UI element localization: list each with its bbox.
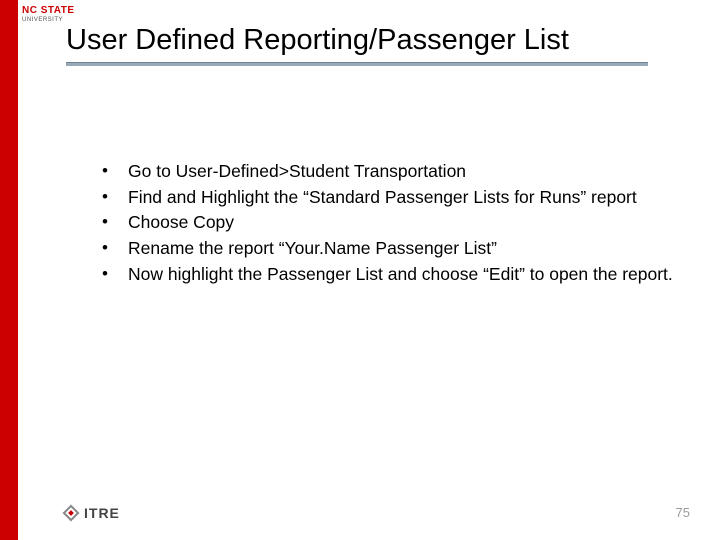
bullet-list: Go to User-Defined>Student Transportatio… — [98, 160, 688, 288]
itre-text: ITRE — [84, 505, 120, 521]
accent-bar — [0, 0, 18, 540]
ncstate-logo: NC STATE UNIVERSITY — [22, 6, 82, 23]
page-number: 75 — [676, 505, 690, 520]
brand-line2: UNIVERSITY — [22, 17, 82, 23]
list-item: Now highlight the Passenger List and cho… — [98, 263, 688, 287]
list-item: Rename the report “Your.Name Passenger L… — [98, 237, 688, 261]
list-item: Go to User-Defined>Student Transportatio… — [98, 160, 688, 184]
title-underline — [66, 62, 648, 66]
page-title: User Defined Reporting/Passenger List — [66, 24, 569, 57]
list-item: Find and Highlight the “Standard Passeng… — [98, 186, 688, 210]
diamond-icon — [62, 504, 80, 522]
brand-line1: NC STATE — [22, 6, 82, 16]
list-item: Choose Copy — [98, 211, 688, 235]
itre-logo: ITRE — [62, 504, 120, 522]
